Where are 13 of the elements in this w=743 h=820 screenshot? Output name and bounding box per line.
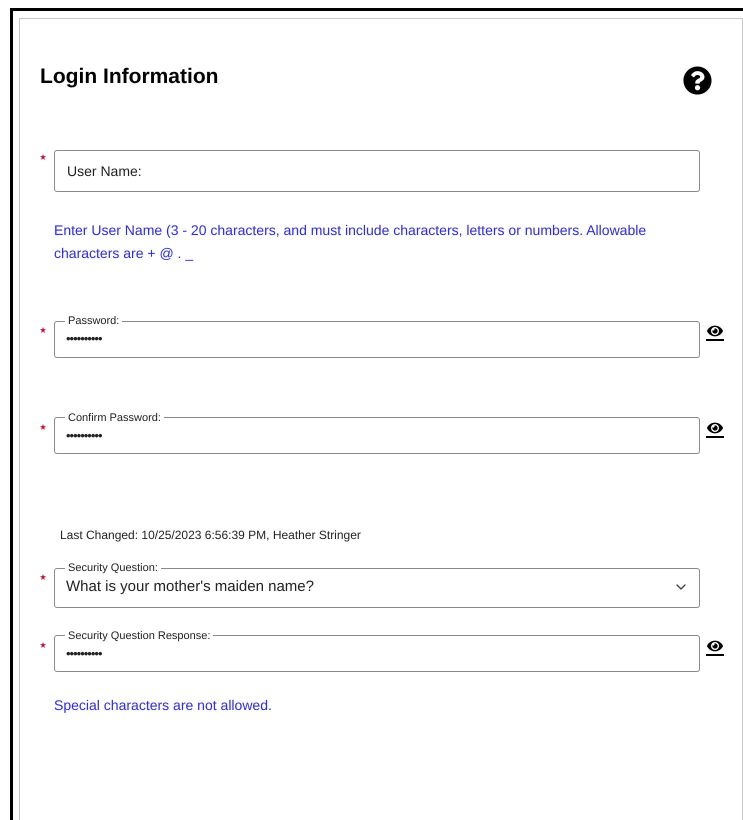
password-field[interactable]: Security Question Response: ••••••••••	[54, 630, 700, 672]
show-password-button[interactable]	[706, 638, 724, 656]
show-password-button[interactable]	[706, 420, 724, 438]
password-field[interactable]: Confirm Password: ••••••••••	[54, 412, 700, 454]
hint-text: Enter User Name (3 - 20 characters, and must include characters, letters or numbers. Allowable characters are + @ . _	[54, 221, 648, 263]
help-icon[interactable]	[683, 66, 712, 95]
hint-text: Special characters are not allowed.	[54, 696, 273, 715]
last-changed-text: Last Changed: 10/25/2023 6:56:39 PM, Heather Stringer	[60, 527, 362, 544]
show-password-button[interactable]	[706, 323, 724, 341]
form-title: Login Information	[40, 64, 218, 90]
password-field[interactable]: Password: ••••••••••	[54, 315, 700, 358]
user-name-field[interactable]: User Name:	[54, 150, 700, 192]
security-question-select[interactable]: Security Question: What is your mother's maiden name?	[54, 562, 700, 608]
